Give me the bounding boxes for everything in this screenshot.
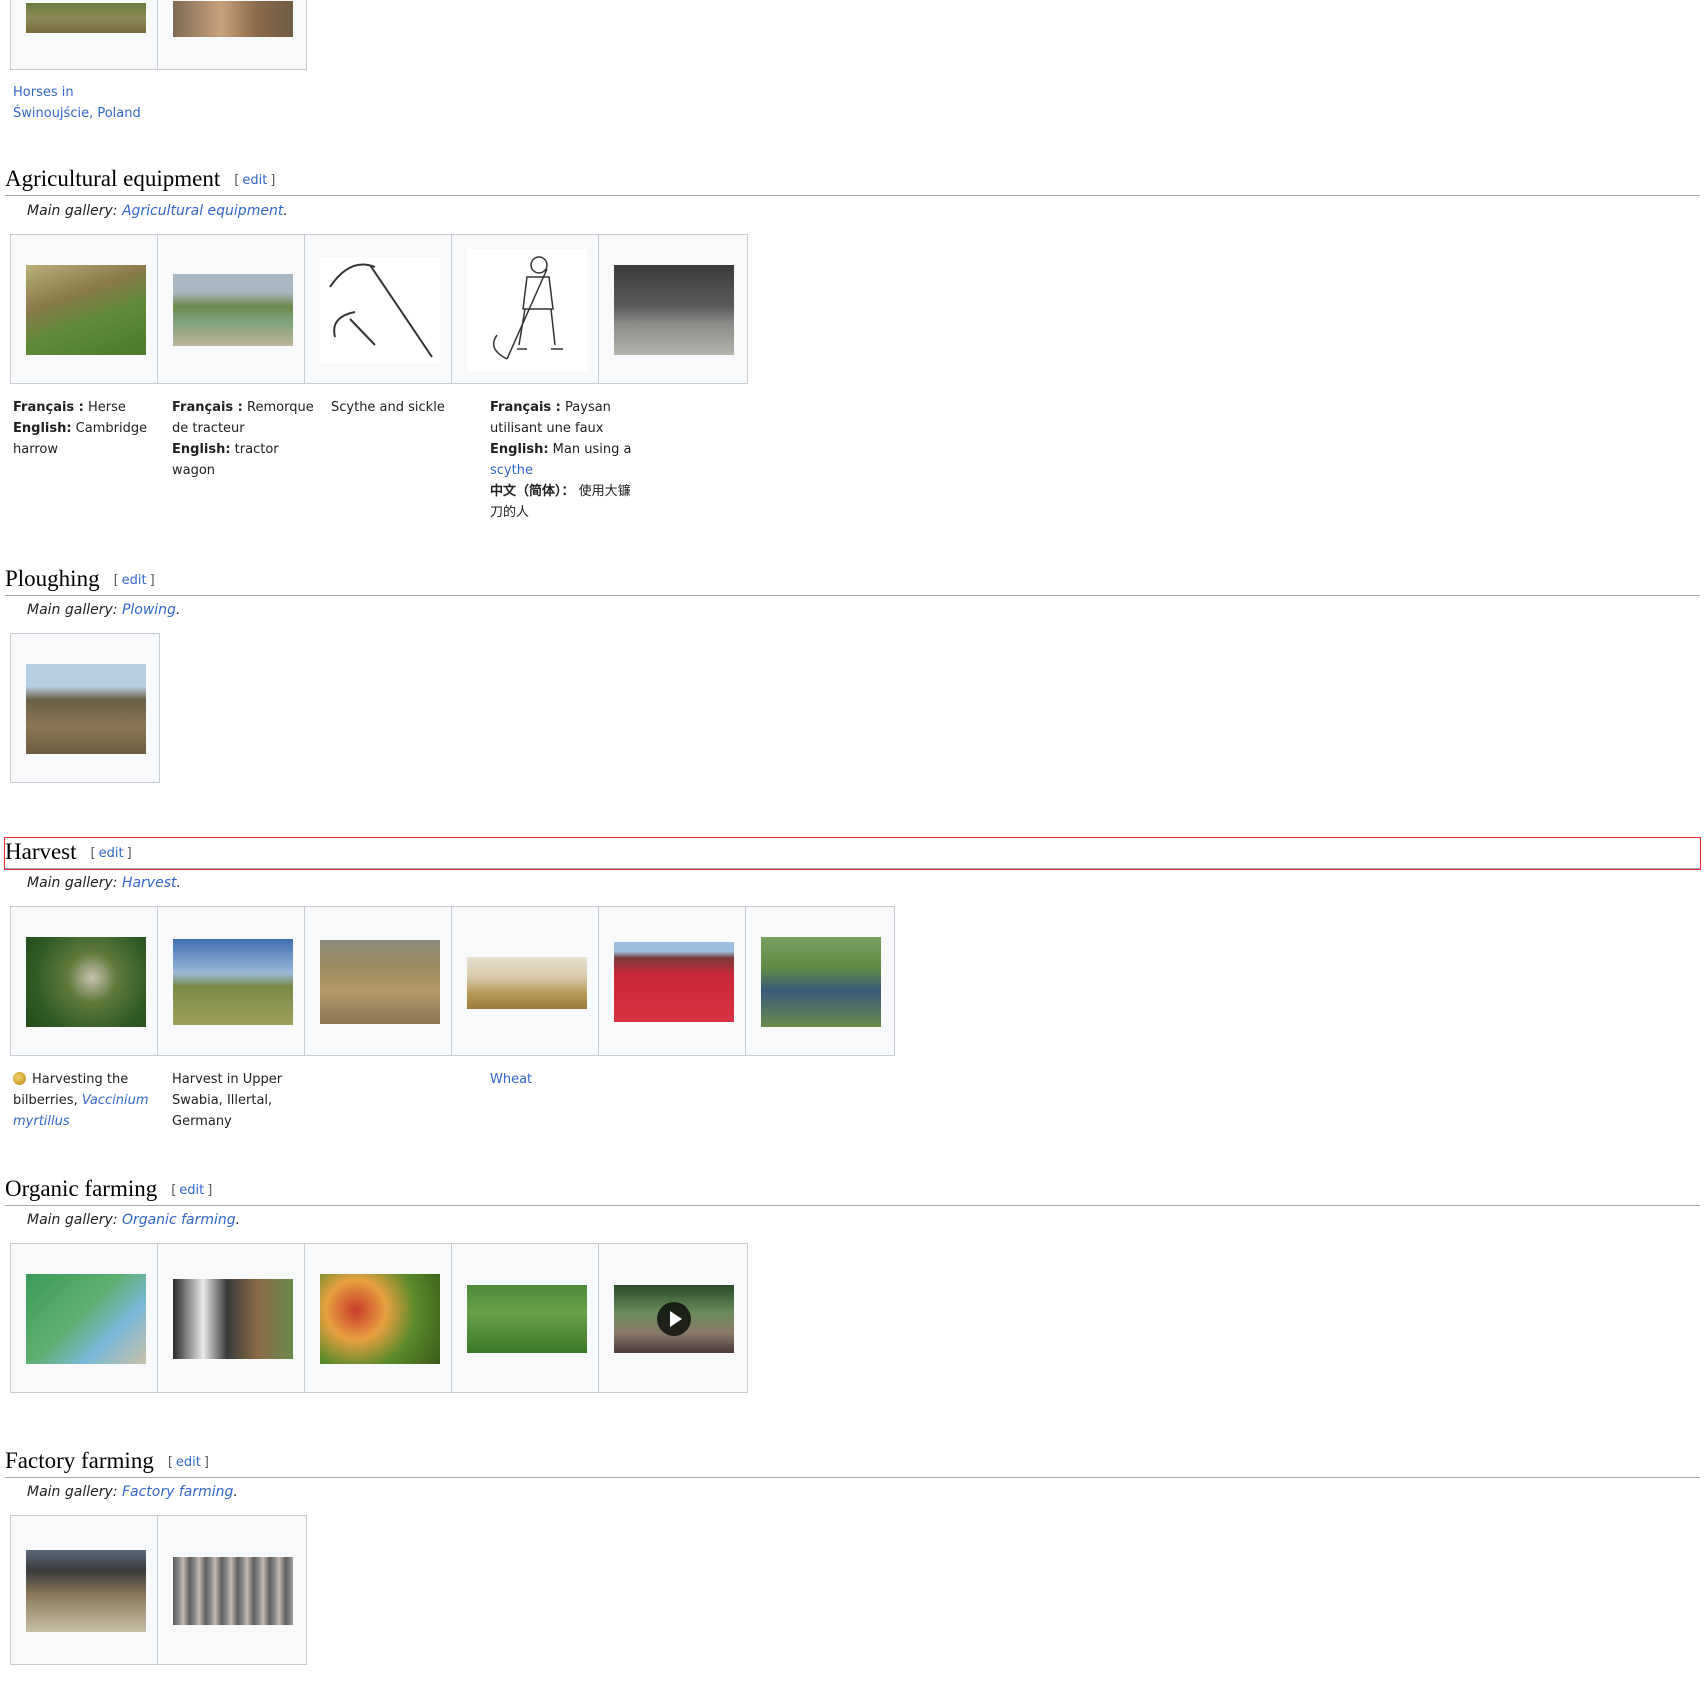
thumbnail-vegetables[interactable]: [320, 1274, 440, 1364]
wheat-link[interactable]: Wheat: [490, 1072, 532, 1087]
section-heading-organic-farming: Organic farming [edit]: [5, 1175, 1700, 1206]
thumbnail-peasant[interactable]: [467, 249, 587, 371]
gallery-item-wagon[interactable]: [157, 234, 307, 384]
edit-link[interactable]: edit: [122, 573, 147, 588]
hatnote: Main gallery: Plowing.: [27, 602, 181, 618]
gallery-item-poultry-barn[interactable]: [10, 1515, 160, 1665]
thumbnail-scythe-sickle[interactable]: [320, 257, 440, 363]
thumbnail-horses[interactable]: [26, 3, 146, 33]
section-heading-factory-farming: Factory farming [edit]: [5, 1447, 1700, 1478]
thumbnail-combine-harvester[interactable]: [467, 957, 587, 1009]
thumbnail-swabia[interactable]: [173, 939, 293, 1025]
edit-section-link: [edit]: [234, 173, 276, 188]
thumbnail-video[interactable]: [614, 1285, 734, 1353]
gallery-item-video[interactable]: [598, 1243, 748, 1393]
thumbnail-poultry-barn[interactable]: [26, 1550, 146, 1632]
scythe-link[interactable]: scythe: [490, 463, 533, 478]
gallery-item-hay-rake[interactable]: [598, 234, 748, 384]
gallery-item-vegetables[interactable]: [304, 1243, 454, 1393]
gallery-item-scythe-sickle[interactable]: [304, 234, 454, 384]
hatnote: Main gallery: Organic farming.: [27, 1212, 241, 1228]
main-gallery-link[interactable]: Organic farming: [122, 1212, 236, 1228]
thumbnail-wagon[interactable]: [173, 274, 293, 346]
gallery-item-ab-sign[interactable]: [10, 1243, 160, 1393]
caption-wheat: Wheat: [490, 1069, 640, 1090]
gallery-item-swabia[interactable]: [157, 906, 307, 1056]
play-icon[interactable]: [657, 1302, 691, 1336]
thumbnail-calves[interactable]: [173, 1279, 293, 1359]
gallery-item-peasant[interactable]: [451, 234, 601, 384]
gallery-item-ploughing-horses[interactable]: [10, 633, 160, 783]
hatnote: Main gallery: Factory farming.: [27, 1484, 238, 1500]
thumbnail-tea-pickers[interactable]: [467, 1285, 587, 1353]
main-gallery-link[interactable]: Plowing: [122, 602, 176, 618]
section-title: Agricultural equipment: [5, 166, 221, 191]
edit-link[interactable]: edit: [179, 1183, 204, 1198]
gallery-item-calves[interactable]: [157, 1243, 307, 1393]
edit-section-link: [edit]: [167, 1455, 209, 1470]
peasant-drawing: [492, 256, 563, 360]
edit-section-link: [edit]: [171, 1183, 213, 1198]
section-title: Factory farming: [5, 1448, 154, 1473]
gallery-item-field-worker[interactable]: [304, 906, 454, 1056]
gallery-item-sheep[interactable]: [157, 0, 307, 70]
gallery-item-cranberries[interactable]: [598, 906, 748, 1056]
caption-peasant: Français : Paysan utilisant une faux Eng…: [490, 400, 632, 520]
edit-section-link: [edit]: [90, 846, 132, 861]
main-gallery-link[interactable]: Agricultural equipment: [122, 203, 283, 219]
thumbnail-ploughing[interactable]: [26, 664, 146, 754]
thumbnail-cranberries[interactable]: [614, 942, 734, 1022]
caption-link[interactable]: Horses in Świnoujście, Poland: [13, 85, 141, 121]
section-heading-ploughing: Ploughing [edit]: [5, 565, 1700, 596]
thumbnail-field-worker[interactable]: [320, 940, 440, 1024]
coin-icon: [13, 1072, 26, 1085]
section-heading-agricultural-equipment: Agricultural equipment [edit]: [5, 165, 1700, 196]
gallery-item-combine-harvester[interactable]: [451, 906, 601, 1056]
section-title: Harvest: [5, 839, 77, 864]
gallery-item-bilberries[interactable]: [10, 906, 160, 1056]
edit-link[interactable]: edit: [99, 846, 124, 861]
scythe-sickle-drawing: [329, 263, 433, 358]
gallery-item-pig-stalls[interactable]: [157, 1515, 307, 1665]
hatnote: Main gallery: Agricultural equipment.: [27, 203, 288, 219]
hatnote: Main gallery: Harvest.: [27, 875, 181, 891]
caption-bilberries: Harvesting the bilberries, Vaccinium myr…: [13, 1072, 149, 1129]
thumbnail-harrow[interactable]: [26, 265, 146, 355]
edit-link[interactable]: edit: [176, 1455, 201, 1470]
thumbnail-ab-sign[interactable]: [26, 1274, 146, 1364]
gallery-item-horses[interactable]: [10, 0, 160, 70]
caption-scythe-sickle: Scythe and sickle: [331, 400, 445, 415]
thumbnail-sheep[interactable]: [173, 1, 293, 37]
main-gallery-link[interactable]: Harvest: [122, 875, 177, 891]
caption-horses: Horses in Świnoujście, Poland: [13, 82, 153, 124]
main-gallery-link[interactable]: Factory farming: [122, 1484, 233, 1500]
section-title: Organic farming: [5, 1176, 158, 1201]
thumbnail-pig-stalls[interactable]: [173, 1557, 293, 1625]
section-title: Ploughing: [5, 566, 100, 591]
gallery-item-tea-pickers[interactable]: [451, 1243, 601, 1393]
edit-link[interactable]: edit: [242, 173, 267, 188]
caption-wagon: Français : Remorque de tracteur English:…: [172, 400, 314, 478]
caption-harrow: Français : Herse English: Cambridge harr…: [13, 400, 148, 457]
gallery-item-tractor[interactable]: [745, 906, 895, 1056]
thumbnail-hay-rake[interactable]: [614, 265, 734, 355]
thumbnail-tractor[interactable]: [761, 937, 881, 1027]
caption-swabia: Harvest in Upper Swabia, Illertal, Germa…: [172, 1072, 283, 1129]
gallery-item-harrow[interactable]: [10, 234, 160, 384]
edit-section-link: [edit]: [113, 573, 155, 588]
thumbnail-bilberries[interactable]: [26, 937, 146, 1027]
section-heading-harvest: Harvest [edit]: [4, 837, 1701, 870]
